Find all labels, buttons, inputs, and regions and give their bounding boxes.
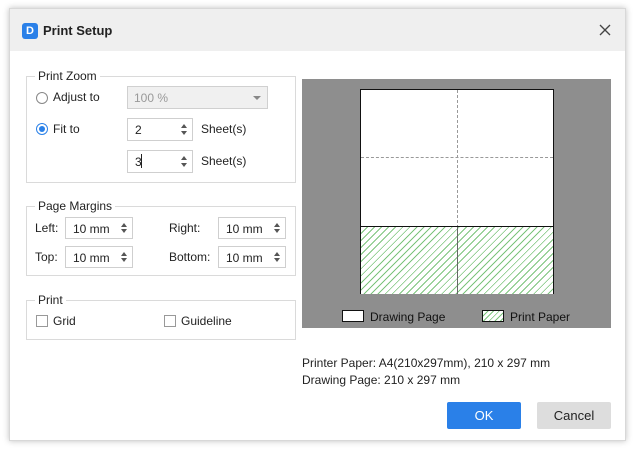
left-margin-value[interactable]: 10 mm	[73, 222, 110, 236]
fit-width-value[interactable]: 2	[135, 123, 142, 137]
bottom-margin-value[interactable]: 10 mm	[226, 251, 263, 265]
print-title: Print	[35, 293, 66, 307]
fit-width-stepper[interactable]: 2	[127, 118, 193, 141]
preview-sheet	[360, 89, 554, 294]
sheets-label-height: Sheet(s)	[201, 154, 247, 168]
right-margin-stepper[interactable]: 10 mm	[218, 217, 286, 239]
adjust-to-select[interactable]: 100 %	[127, 86, 268, 109]
print-paper-legend-label: Print Paper	[510, 310, 571, 324]
ok-button[interactable]: OK	[447, 402, 521, 429]
bottom-margin-stepper[interactable]: 10 mm	[218, 246, 286, 268]
stepper-down-icon[interactable]	[274, 229, 280, 233]
top-margin-label: Top:	[35, 250, 58, 264]
stepper-down-icon[interactable]	[274, 258, 280, 262]
drawing-page-legend-swatch	[342, 310, 364, 322]
fit-to-radio[interactable]	[36, 123, 48, 135]
page-margins-title: Page Margins	[35, 199, 116, 213]
fit-height-stepper[interactable]: 3	[127, 150, 193, 173]
adjust-to-value: 100 %	[134, 91, 169, 105]
print-paper-divider	[457, 227, 458, 294]
stepper-up-icon[interactable]	[181, 156, 187, 160]
print-zoom-group: Print Zoom Adjust to 100 % Fit to 2 Shee…	[26, 69, 296, 183]
guideline-checkbox[interactable]	[164, 315, 176, 327]
left-margin-stepper[interactable]: 10 mm	[65, 217, 133, 239]
grid-label[interactable]: Grid	[53, 314, 76, 328]
drawing-page-legend-label: Drawing Page	[370, 310, 446, 324]
text-cursor	[141, 154, 142, 168]
stepper-up-icon[interactable]	[121, 223, 127, 227]
close-button[interactable]	[595, 20, 615, 40]
title-bar: D Print Setup	[10, 9, 625, 51]
stepper-up-icon[interactable]	[274, 252, 280, 256]
print-preview: Drawing Page Print Paper	[302, 79, 611, 328]
stepper-up-icon[interactable]	[121, 252, 127, 256]
stepper-up-icon[interactable]	[181, 124, 187, 128]
print-group: Print Grid Guideline	[26, 293, 296, 340]
stepper-down-icon[interactable]	[181, 163, 187, 167]
close-icon	[599, 24, 611, 36]
stepper-up-icon[interactable]	[274, 223, 280, 227]
top-margin-value[interactable]: 10 mm	[73, 251, 110, 265]
stepper-down-icon[interactable]	[121, 229, 127, 233]
left-margin-label: Left:	[35, 221, 59, 235]
drawing-page-info: Drawing Page: 210 x 297 mm	[302, 373, 461, 387]
dialog-title: Print Setup	[43, 23, 113, 38]
guideline-label[interactable]: Guideline	[181, 314, 232, 328]
sheets-label-width: Sheet(s)	[201, 122, 247, 136]
app-logo-icon: D	[22, 23, 38, 39]
grid-checkbox[interactable]	[36, 315, 48, 327]
print-setup-dialog: D Print Setup Print Zoom Adjust to 100 %…	[9, 8, 626, 441]
page-margins-group: Page Margins Left: 10 mm Right: 10 mm To…	[26, 199, 296, 276]
adjust-to-radio[interactable]	[36, 92, 48, 104]
print-zoom-title: Print Zoom	[35, 69, 100, 83]
top-margin-stepper[interactable]: 10 mm	[65, 246, 133, 268]
stepper-down-icon[interactable]	[121, 258, 127, 262]
bottom-margin-label: Bottom:	[169, 250, 211, 264]
page-divider-horizontal	[361, 157, 553, 158]
right-margin-label: Right:	[169, 221, 201, 235]
right-margin-value[interactable]: 10 mm	[226, 222, 263, 236]
print-paper-area	[361, 226, 553, 294]
adjust-to-label[interactable]: Adjust to	[53, 90, 100, 104]
chevron-down-icon	[253, 96, 261, 100]
stepper-down-icon[interactable]	[181, 131, 187, 135]
fit-to-label[interactable]: Fit to	[53, 122, 80, 136]
print-paper-legend-swatch	[482, 310, 504, 322]
printer-paper-info: Printer Paper: A4(210x297mm), 210 x 297 …	[302, 356, 551, 370]
cancel-button[interactable]: Cancel	[537, 402, 611, 429]
